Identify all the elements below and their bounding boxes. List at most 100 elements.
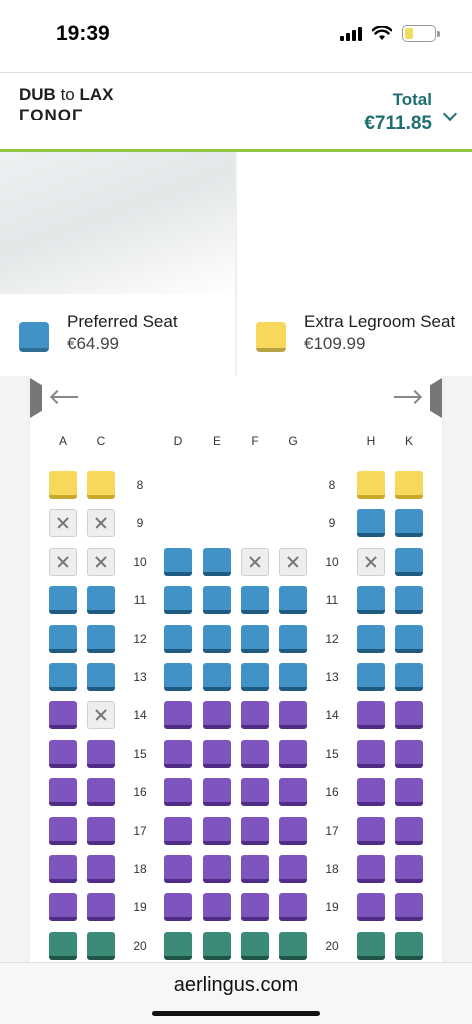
seat-16f[interactable] <box>241 778 269 806</box>
seat-16a[interactable] <box>49 778 77 806</box>
seat-9h[interactable] <box>357 509 385 537</box>
chevron-down-icon[interactable] <box>442 106 458 122</box>
seat-15a[interactable] <box>49 740 77 768</box>
seat-17c[interactable] <box>87 817 115 845</box>
seat-20a[interactable] <box>49 932 77 960</box>
seat-13a[interactable] <box>49 663 77 691</box>
seat-8c[interactable] <box>87 471 115 499</box>
seat-8a[interactable] <box>49 471 77 499</box>
seat-11e[interactable] <box>203 586 231 614</box>
seat-12d[interactable] <box>164 625 192 653</box>
home-indicator <box>152 1011 320 1016</box>
seat-13h[interactable] <box>357 663 385 691</box>
seat-18a[interactable] <box>49 855 77 883</box>
seat-12h[interactable] <box>357 625 385 653</box>
seat-14h[interactable] <box>357 701 385 729</box>
seat-13g[interactable] <box>279 663 307 691</box>
seat-18c[interactable] <box>87 855 115 883</box>
seat-18h[interactable] <box>357 855 385 883</box>
origin-code: DUB <box>19 85 56 104</box>
seat-20f[interactable] <box>241 932 269 960</box>
seat-11c[interactable] <box>87 586 115 614</box>
seat-20h[interactable] <box>357 932 385 960</box>
seat-16g[interactable] <box>279 778 307 806</box>
seat-13d[interactable] <box>164 663 192 691</box>
seat-18e[interactable] <box>203 855 231 883</box>
seat-18d[interactable] <box>164 855 192 883</box>
row-number-left: 17 <box>133 824 147 838</box>
seat-14g[interactable] <box>279 701 307 729</box>
seat-15e[interactable] <box>203 740 231 768</box>
battery-level <box>405 28 414 39</box>
seat-17a[interactable] <box>49 817 77 845</box>
seat-15k[interactable] <box>395 740 423 768</box>
seat-15c[interactable] <box>87 740 115 768</box>
seat-19a[interactable] <box>49 893 77 921</box>
seat-14k[interactable] <box>395 701 423 729</box>
seat-11f[interactable] <box>241 586 269 614</box>
seat-16d[interactable] <box>164 778 192 806</box>
seat-19k[interactable] <box>395 893 423 921</box>
seat-10e[interactable] <box>203 548 231 576</box>
seat-12a[interactable] <box>49 625 77 653</box>
seat-17g[interactable] <box>279 817 307 845</box>
seat-12c[interactable] <box>87 625 115 653</box>
seat-20g[interactable] <box>279 932 307 960</box>
seat-14a[interactable] <box>49 701 77 729</box>
trip-header[interactable]: DUB to LAX ΓΟΝΟΓ Total €711.85 <box>0 72 472 152</box>
seat-12f[interactable] <box>241 625 269 653</box>
seat-10k[interactable] <box>395 548 423 576</box>
seat-17h[interactable] <box>357 817 385 845</box>
seat-12e[interactable] <box>203 625 231 653</box>
seat-12g[interactable] <box>279 625 307 653</box>
seat-14d[interactable] <box>164 701 192 729</box>
seat-11g[interactable] <box>279 586 307 614</box>
seat-18k[interactable] <box>395 855 423 883</box>
row-number-left: 9 <box>136 516 144 530</box>
seat-19g[interactable] <box>279 893 307 921</box>
seat-12k[interactable] <box>395 625 423 653</box>
seat-17k[interactable] <box>395 817 423 845</box>
seat-8h[interactable] <box>357 471 385 499</box>
seat-19h[interactable] <box>357 893 385 921</box>
seat-20e[interactable] <box>203 932 231 960</box>
seat-10d[interactable] <box>164 548 192 576</box>
seat-15g[interactable] <box>279 740 307 768</box>
seat-17e[interactable] <box>203 817 231 845</box>
seat-20c[interactable] <box>87 932 115 960</box>
seat-14f[interactable] <box>241 701 269 729</box>
seat-11h[interactable] <box>357 586 385 614</box>
seat-13f[interactable] <box>241 663 269 691</box>
seat-16h[interactable] <box>357 778 385 806</box>
seat-11k[interactable] <box>395 586 423 614</box>
seat-9k[interactable] <box>395 509 423 537</box>
seat-15h[interactable] <box>357 740 385 768</box>
seat-16e[interactable] <box>203 778 231 806</box>
seat-13c[interactable] <box>87 663 115 691</box>
row-number-left: 14 <box>133 708 147 722</box>
seat-16c[interactable] <box>87 778 115 806</box>
seat-13k[interactable] <box>395 663 423 691</box>
seat-15d[interactable] <box>164 740 192 768</box>
row-number-right: 9 <box>328 516 336 530</box>
seat-18g[interactable] <box>279 855 307 883</box>
seat-11d[interactable] <box>164 586 192 614</box>
seat-8k[interactable] <box>395 471 423 499</box>
seat-13e[interactable] <box>203 663 231 691</box>
column-label-e: E <box>212 434 221 448</box>
seat-20k[interactable] <box>395 932 423 960</box>
row-number-left: 20 <box>133 939 147 953</box>
seat-15f[interactable] <box>241 740 269 768</box>
seat-19c[interactable] <box>87 893 115 921</box>
seat-14e[interactable] <box>203 701 231 729</box>
seat-17d[interactable] <box>164 817 192 845</box>
seat-19f[interactable] <box>241 893 269 921</box>
seat-17f[interactable] <box>241 817 269 845</box>
seat-16k[interactable] <box>395 778 423 806</box>
seat-19e[interactable] <box>203 893 231 921</box>
url-label[interactable]: aerlingus.com <box>0 974 472 997</box>
seat-19d[interactable] <box>164 893 192 921</box>
seat-20d[interactable] <box>164 932 192 960</box>
seat-11a[interactable] <box>49 586 77 614</box>
seat-18f[interactable] <box>241 855 269 883</box>
